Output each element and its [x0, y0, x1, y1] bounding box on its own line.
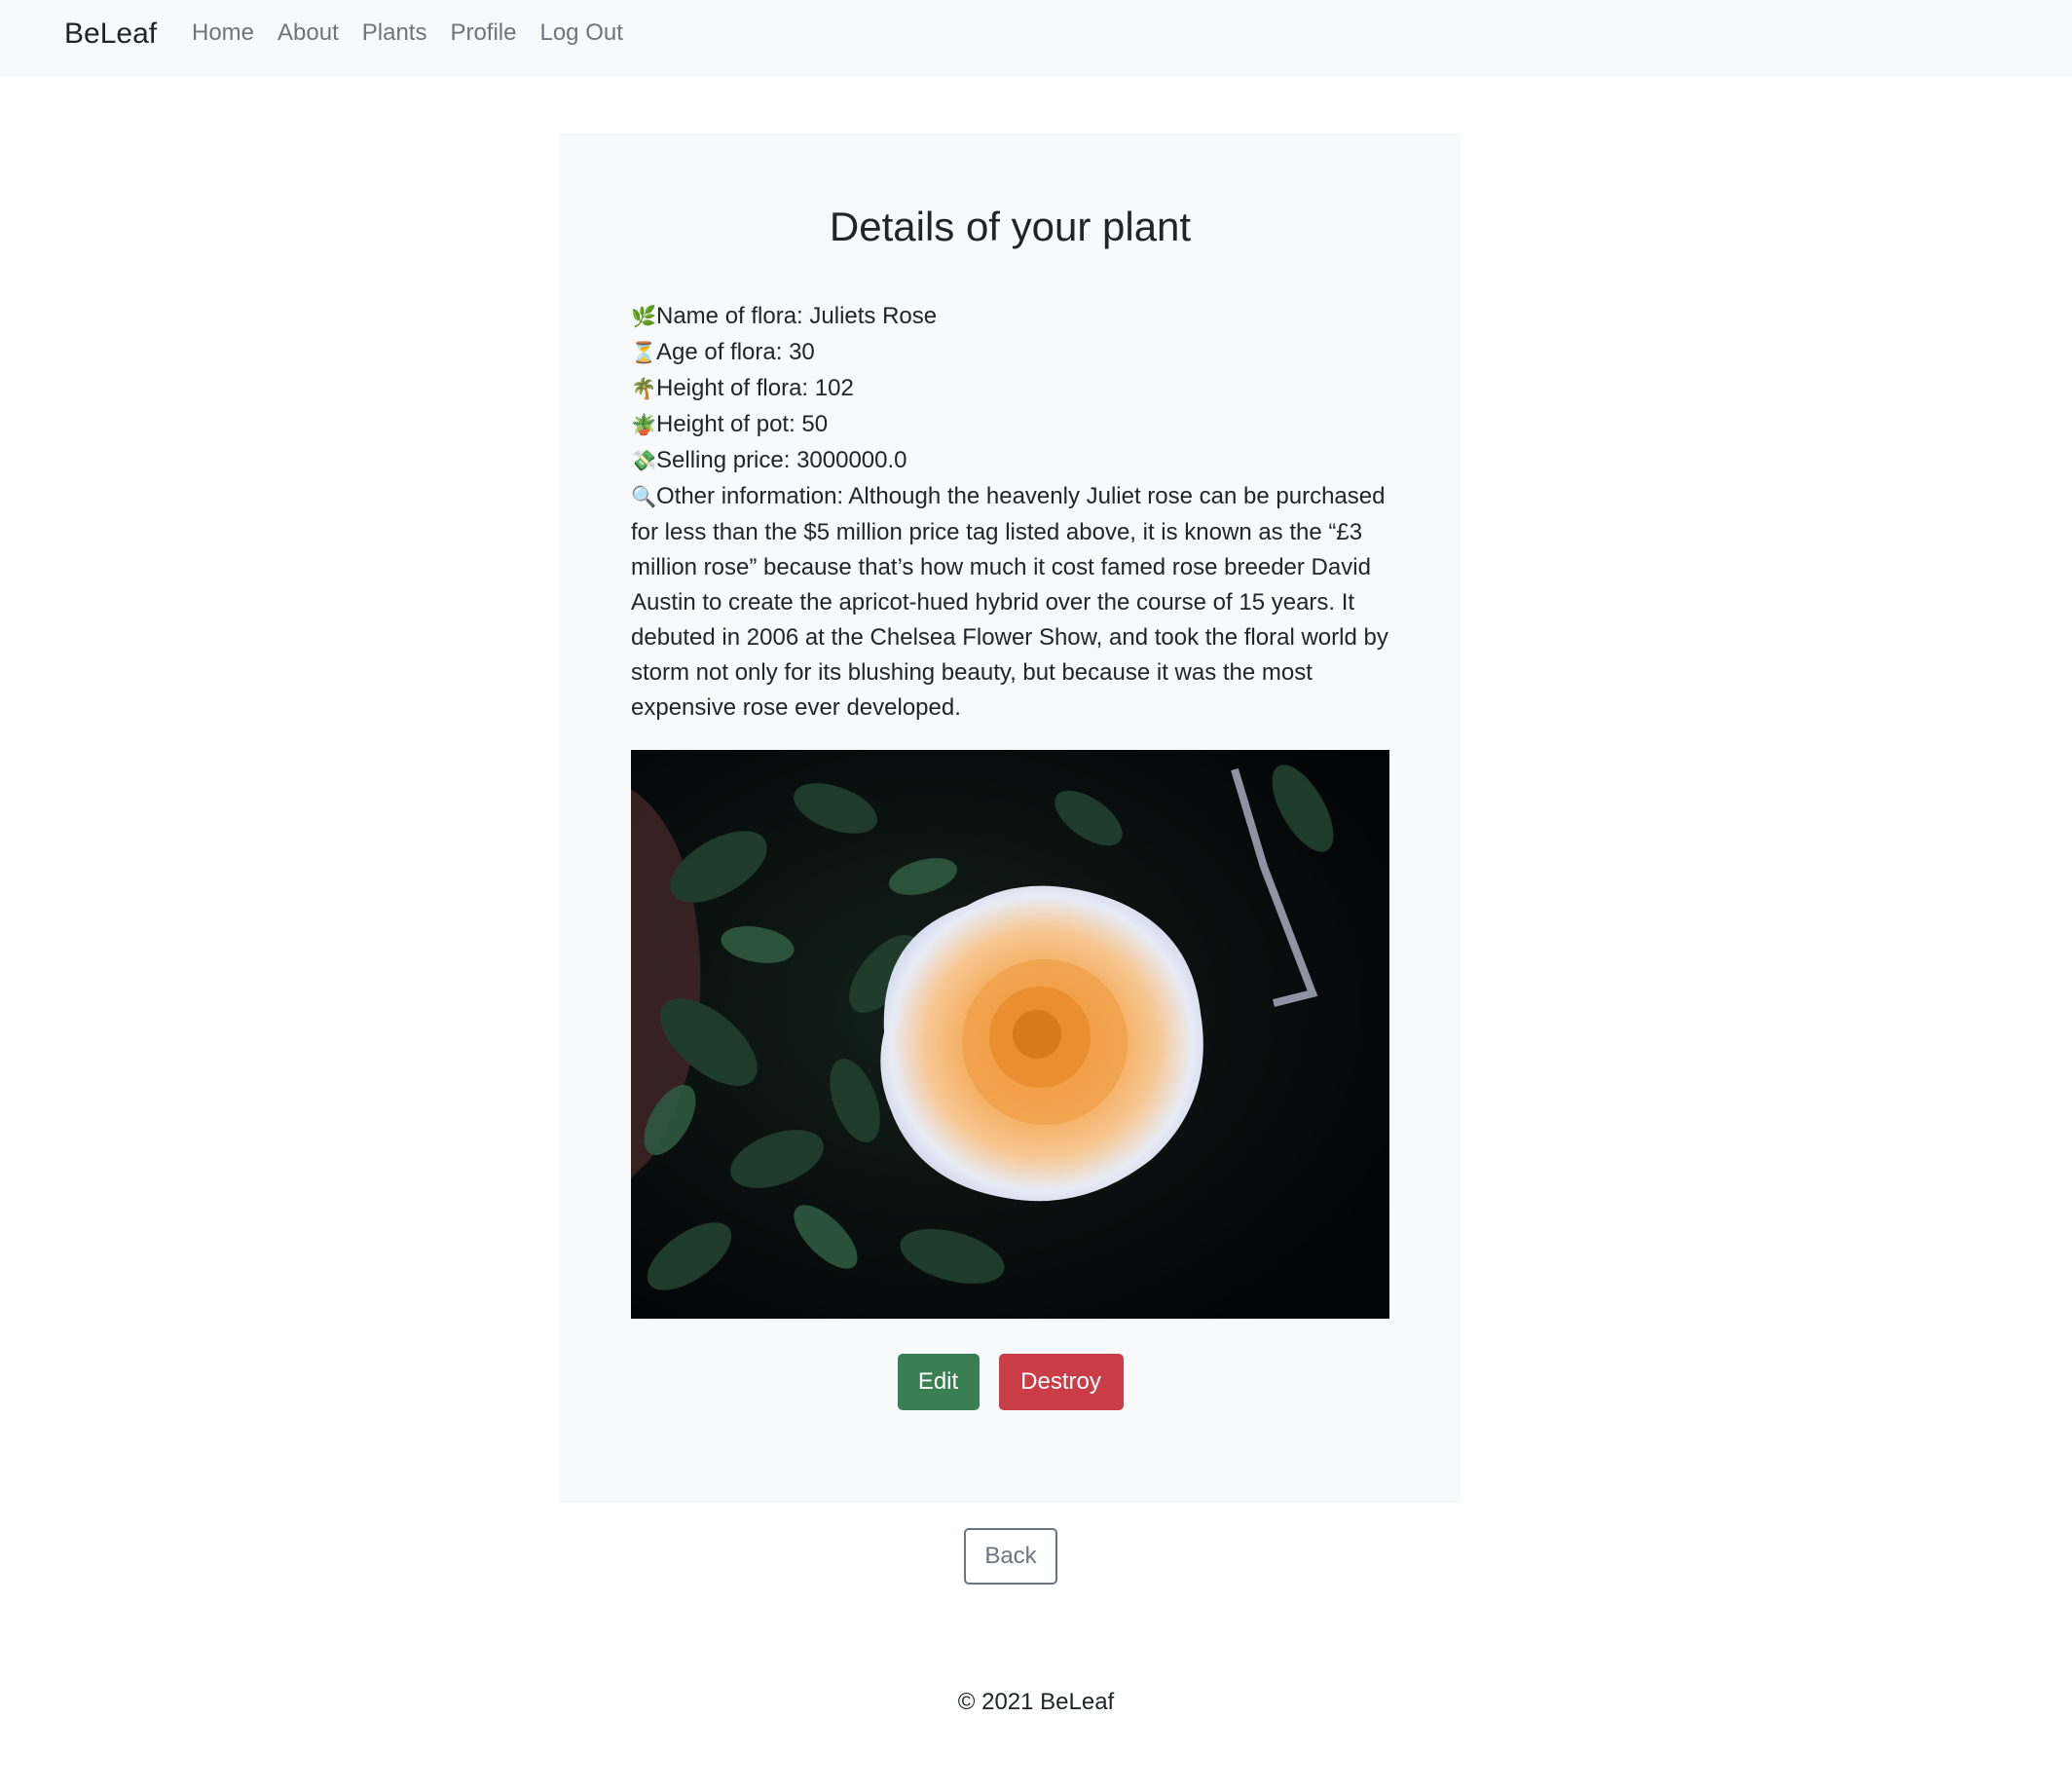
detail-height-flora: 🌴Height of flora: 102 [631, 371, 1390, 407]
edit-button[interactable]: Edit [897, 1354, 980, 1410]
detail-age-text: Age of flora: 30 [656, 339, 815, 365]
nav-link-about[interactable]: About [278, 19, 339, 47]
destroy-button[interactable]: Destroy [998, 1354, 1124, 1410]
nav-link-log-out[interactable]: Log Out [539, 19, 622, 47]
action-buttons: Edit Destroy [560, 1354, 1461, 1410]
detail-age: ⏳Age of flora: 30 [631, 335, 1390, 371]
magnifier-icon: 🔍 [631, 486, 657, 508]
money-icon: 💸 [631, 450, 657, 472]
nav-links: Home About Plants Profile Log Out [192, 19, 623, 47]
herb-icon: 🌿 [631, 306, 657, 328]
detail-selling-price-text: Selling price: 3000000.0 [656, 447, 907, 473]
detail-selling-price: 💸Selling price: 3000000.0 [631, 443, 1390, 479]
detail-name: 🌿Name of flora: Juliets Rose [631, 299, 1390, 335]
plant-details-card: Details of your plant 🌿Name of flora: Ju… [560, 133, 1461, 1503]
brand-link[interactable]: BeLeaf [64, 18, 157, 51]
back-button[interactable]: Back [964, 1528, 1057, 1585]
page-title: Details of your plant [829, 204, 1192, 249]
detail-height-pot-text: Height of pot: 50 [656, 411, 829, 437]
nav-link-profile[interactable]: Profile [450, 19, 516, 47]
rose-image [631, 750, 1389, 1319]
potted-plant-icon: 🪴 [631, 414, 657, 436]
nav-link-home[interactable]: Home [192, 19, 254, 47]
plant-details-list: 🌿Name of flora: Juliets Rose ⏳Age of flo… [631, 299, 1390, 726]
footer-copyright: © 2021 BeLeaf [957, 1689, 1115, 1715]
detail-height-pot: 🪴Height of pot: 50 [631, 407, 1390, 443]
palm-tree-icon: 🌴 [631, 378, 657, 400]
detail-height-flora-text: Height of flora: 102 [656, 375, 854, 401]
plant-photo [631, 750, 1389, 1319]
hourglass-icon: ⏳ [631, 342, 657, 364]
nav-link-plants[interactable]: Plants [362, 19, 427, 47]
detail-other-information: 🔍Other information: Although the heavenl… [631, 479, 1390, 726]
navbar: BeLeaf Home About Plants Profile Log Out [0, 0, 2072, 76]
detail-other-information-text: Other information: Although the heavenly… [631, 483, 1388, 721]
detail-name-text: Name of flora: Juliets Rose [656, 303, 938, 329]
